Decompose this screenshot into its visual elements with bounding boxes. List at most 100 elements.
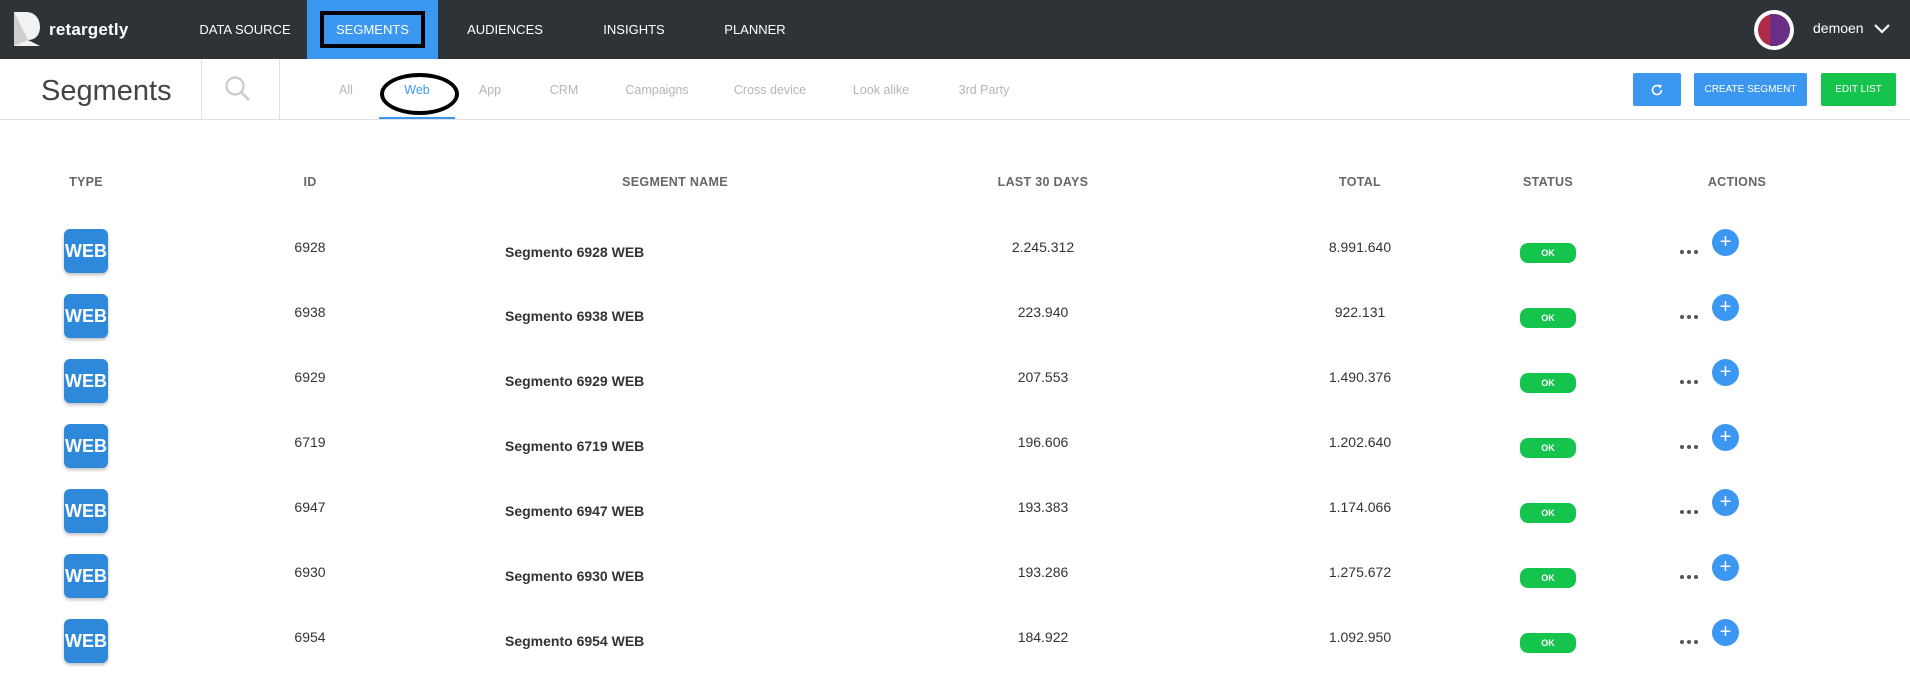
active-tab-indicator xyxy=(379,117,455,119)
refresh-button[interactable] xyxy=(1633,73,1681,106)
last-30-days-value: 2.245.312 xyxy=(1011,239,1075,255)
status-badge: OK xyxy=(1520,308,1576,328)
chevron-down-icon[interactable] xyxy=(1872,18,1892,38)
total-value: 1.490.376 xyxy=(1328,369,1392,385)
more-horizontal-icon[interactable] xyxy=(1678,377,1700,387)
status-badge: OK xyxy=(1520,633,1576,653)
tab-all[interactable]: All xyxy=(330,83,362,97)
retargetly-logo-icon[interactable] xyxy=(12,10,42,48)
segment-name[interactable]: Segmento 6719 WEB xyxy=(505,438,755,454)
column-header-segment-name: SEGMENT NAME xyxy=(622,175,728,189)
more-horizontal-icon[interactable] xyxy=(1678,637,1700,647)
table-row: WEB 6928 Segmento 6928 WEB 2.245.312 8.9… xyxy=(0,227,1910,292)
column-header-id: ID xyxy=(303,175,317,189)
total-value: 8.991.640 xyxy=(1328,239,1392,255)
avatar[interactable] xyxy=(1754,10,1794,50)
more-horizontal-icon[interactable] xyxy=(1678,442,1700,452)
status-badge: OK xyxy=(1520,568,1576,588)
nav-data-source[interactable]: DATA SOURCE xyxy=(180,0,310,59)
segment-name[interactable]: Segmento 6928 WEB xyxy=(505,244,755,260)
nav-planner[interactable]: PLANNER xyxy=(710,0,800,59)
tab-crm[interactable]: CRM xyxy=(544,83,584,97)
more-horizontal-icon[interactable] xyxy=(1678,507,1700,517)
total-value: 1.174.066 xyxy=(1328,499,1392,515)
nav-audiences[interactable]: AUDIENCES xyxy=(455,0,555,59)
status-badge: OK xyxy=(1520,503,1576,523)
status-badge: OK xyxy=(1520,438,1576,458)
type-badge: WEB xyxy=(64,229,108,273)
segment-name[interactable]: Segmento 6929 WEB xyxy=(505,373,755,389)
column-header-status: STATUS xyxy=(1523,175,1573,189)
last-30-days-value: 184.922 xyxy=(1017,629,1069,645)
status-badge: OK xyxy=(1520,373,1576,393)
nav-segments-label: SEGMENTS xyxy=(320,11,425,48)
type-badge: WEB xyxy=(64,554,108,598)
segment-id: 6719 xyxy=(294,434,326,450)
plus-icon[interactable]: + xyxy=(1712,424,1739,451)
nav-segments[interactable]: SEGMENTS xyxy=(307,0,438,59)
create-segment-button[interactable]: CREATE SEGMENT xyxy=(1694,73,1807,106)
tab-campaigns[interactable]: Campaigns xyxy=(620,83,694,97)
type-badge: WEB xyxy=(64,359,108,403)
segment-id: 6954 xyxy=(294,629,326,645)
segments-header: Segments All Web App CRM Campaigns Cross… xyxy=(0,59,1910,120)
tab-highlight-circle xyxy=(380,73,459,115)
header-divider xyxy=(201,59,202,119)
segment-name[interactable]: Segmento 6947 WEB xyxy=(505,503,755,519)
tab-look-alike[interactable]: Look alike xyxy=(846,83,916,97)
table-row: WEB 6930 Segmento 6930 WEB 193.286 1.275… xyxy=(0,552,1910,617)
segment-name[interactable]: Segmento 6938 WEB xyxy=(505,308,755,324)
segment-name[interactable]: Segmento 6930 WEB xyxy=(505,568,755,584)
table-row: WEB 6929 Segmento 6929 WEB 207.553 1.490… xyxy=(0,357,1910,422)
table-row: WEB 6938 Segmento 6938 WEB 223.940 922.1… xyxy=(0,292,1910,357)
tab-cross-device[interactable]: Cross device xyxy=(730,83,810,97)
plus-icon[interactable]: + xyxy=(1712,229,1739,256)
segment-name[interactable]: Segmento 6954 WEB xyxy=(505,633,755,649)
total-value: 1.092.950 xyxy=(1328,629,1392,645)
header-divider xyxy=(279,59,280,119)
plus-icon[interactable]: + xyxy=(1712,359,1739,386)
username[interactable]: demoen xyxy=(1813,20,1864,36)
plus-icon[interactable]: + xyxy=(1712,294,1739,321)
total-value: 1.275.672 xyxy=(1328,564,1392,580)
type-badge: WEB xyxy=(64,489,108,533)
plus-icon[interactable]: + xyxy=(1712,554,1739,581)
segment-id: 6929 xyxy=(294,369,326,385)
last-30-days-value: 207.553 xyxy=(1017,369,1069,385)
column-header-type: TYPE xyxy=(69,175,103,189)
nav-insights[interactable]: INSIGHTS xyxy=(589,0,679,59)
column-header-total: TOTAL xyxy=(1338,175,1381,189)
segment-id: 6928 xyxy=(294,239,326,255)
segment-id: 6938 xyxy=(294,304,326,320)
brand-name: retargetly xyxy=(49,20,129,39)
last-30-days-value: 193.286 xyxy=(1017,564,1069,580)
more-horizontal-icon[interactable] xyxy=(1678,247,1700,257)
more-horizontal-icon[interactable] xyxy=(1678,312,1700,322)
segment-id: 6930 xyxy=(294,564,326,580)
last-30-days-value: 196.606 xyxy=(1017,434,1069,450)
search-icon[interactable] xyxy=(222,73,254,105)
column-header-actions: ACTIONS xyxy=(1707,175,1767,189)
more-horizontal-icon[interactable] xyxy=(1678,572,1700,582)
total-value: 1.202.640 xyxy=(1328,434,1392,450)
plus-icon[interactable]: + xyxy=(1712,619,1739,646)
plus-icon[interactable]: + xyxy=(1712,489,1739,516)
type-badge: WEB xyxy=(64,619,108,663)
tab-app[interactable]: App xyxy=(472,83,508,97)
last-30-days-value: 223.940 xyxy=(1017,304,1069,320)
page-title: Segments xyxy=(41,75,172,107)
total-value: 922.131 xyxy=(1334,304,1386,320)
type-badge: WEB xyxy=(64,424,108,468)
edit-list-button[interactable]: EDIT LIST xyxy=(1821,73,1896,106)
table-row: WEB 6947 Segmento 6947 WEB 193.383 1.174… xyxy=(0,487,1910,552)
refresh-icon xyxy=(1651,84,1663,96)
status-badge: OK xyxy=(1520,243,1576,263)
top-navigation-bar: retargetly DATA SOURCE SEGMENTS AUDIENCE… xyxy=(0,0,1910,59)
segment-id: 6947 xyxy=(294,499,326,515)
tab-3rd-party[interactable]: 3rd Party xyxy=(950,83,1018,97)
column-header-last-30-days: LAST 30 DAYS xyxy=(997,175,1089,189)
type-badge: WEB xyxy=(64,294,108,338)
last-30-days-value: 193.383 xyxy=(1017,499,1069,515)
table-row: WEB 6719 Segmento 6719 WEB 196.606 1.202… xyxy=(0,422,1910,487)
table-row: WEB 6954 Segmento 6954 WEB 184.922 1.092… xyxy=(0,617,1910,675)
